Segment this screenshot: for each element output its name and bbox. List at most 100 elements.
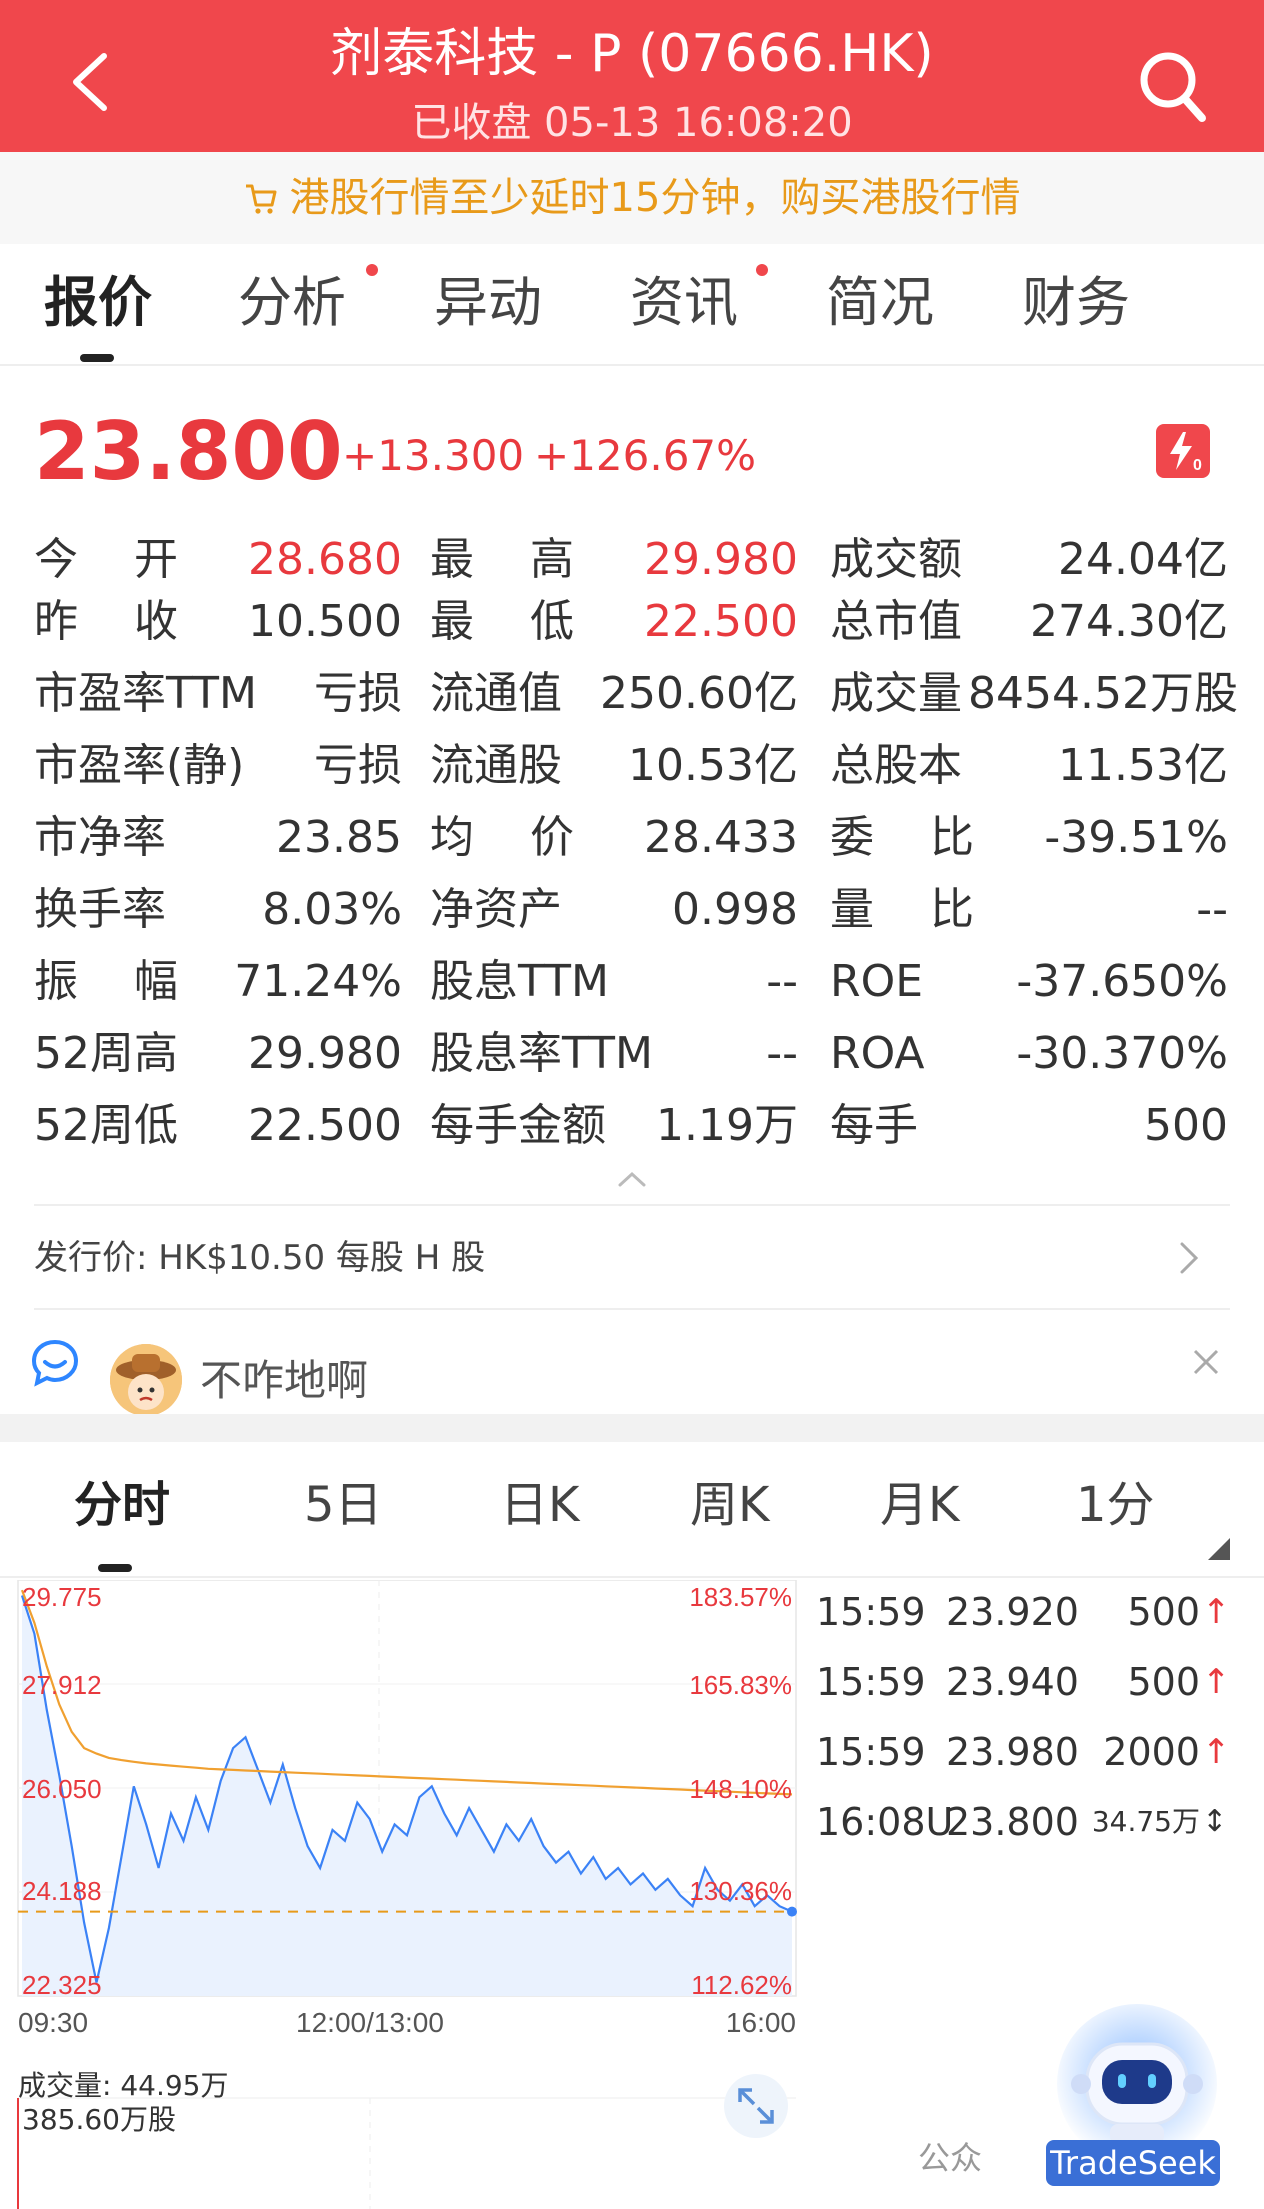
stat-label: ROE: [830, 956, 924, 1007]
chevron-right-icon[interactable]: [1178, 1240, 1200, 1276]
cart-icon: [245, 184, 277, 214]
stat-label: 每手: [830, 1100, 918, 1151]
stat-label: 成交额: [830, 534, 962, 585]
stat-value: 29.980: [644, 534, 798, 585]
stat-value: 1.19万: [656, 1100, 798, 1151]
trade-volume: 500: [1127, 1590, 1200, 1634]
arrow-up-icon: ↑: [1202, 1592, 1231, 1632]
expand-chart-button[interactable]: [724, 2074, 788, 2138]
chart-tab-monthly[interactable]: 月K: [880, 1470, 959, 1540]
market-status: 已收盘 05-13 16:08:20: [411, 100, 853, 146]
stat-value: -37.650%: [1016, 956, 1228, 1007]
active-tab-indicator: [80, 354, 114, 362]
y-axis-label-price: 26.050: [22, 1774, 102, 1804]
trade-volume: 500: [1127, 1660, 1200, 1704]
stat-label: 量 比: [830, 884, 974, 935]
section-gap: [0, 1414, 1264, 1442]
divider: [34, 1204, 1230, 1206]
chart-tab-weekly[interactable]: 周K: [690, 1470, 769, 1540]
last-price: 23.800: [34, 405, 343, 498]
stat-value: 8.03%: [262, 884, 402, 935]
divider: [0, 364, 1264, 366]
stat-value: 11.53亿: [1058, 740, 1228, 791]
stock-title: 剂泰科技 - P (07666.HK): [330, 24, 934, 84]
trade-time: 16:08U: [816, 1800, 954, 1844]
stat-value: --: [1196, 884, 1228, 935]
stat-value: 500: [1144, 1100, 1228, 1151]
y-axis-label-percent: 112.62%: [691, 1970, 792, 2000]
stat-value: 71.24%: [234, 956, 402, 1007]
y-axis-label-percent: 130.36%: [689, 1876, 792, 1906]
tab-analysis[interactable]: 分析: [238, 268, 346, 338]
x-axis-label: 12:00/13:00: [296, 2007, 444, 2038]
y-axis-label-percent: 183.57%: [689, 1582, 792, 1612]
stat-label: 成交量: [830, 668, 962, 719]
brand-logo: TradeSeek: [1046, 2140, 1220, 2186]
notification-dot: [366, 264, 378, 276]
price-change-percent: +126.67%: [534, 431, 757, 480]
trade-time: 15:59: [816, 1730, 926, 1774]
cowboy-avatar-icon: [110, 1344, 182, 1416]
search-icon[interactable]: [1136, 48, 1208, 124]
y-axis-label-percent: 148.10%: [689, 1774, 792, 1804]
tab-quote[interactable]: 报价: [44, 268, 152, 338]
comment-text[interactable]: 不咋地啊: [200, 1352, 368, 1410]
stat-value: 亏损: [314, 740, 402, 791]
stat-value: 22.500: [248, 1100, 402, 1151]
active-tab-indicator: [98, 1564, 132, 1572]
stat-value: -30.370%: [1016, 1028, 1228, 1079]
stat-value: 23.85: [276, 812, 402, 863]
stat-value: 29.980: [248, 1028, 402, 1079]
y-axis-label-percent: 165.83%: [689, 1670, 792, 1700]
avatar[interactable]: [110, 1344, 182, 1416]
chart-tab-1min[interactable]: 1分: [1076, 1470, 1155, 1540]
arrow-up-icon: ↑: [1202, 1732, 1231, 1772]
close-icon[interactable]: [1192, 1348, 1220, 1376]
y-axis-label-price: 29.775: [22, 1582, 102, 1612]
app-header: 剂泰科技 - P (07666.HK) 已收盘 05-13 16:08:20: [0, 0, 1264, 152]
trade-volume: 34.75万: [1091, 1805, 1200, 1838]
tab-finance[interactable]: 财务: [1022, 268, 1130, 338]
tab-news[interactable]: 资讯: [630, 268, 738, 338]
x-axis-label: 09:30: [18, 2007, 88, 2038]
stat-value: 22.500: [644, 596, 798, 647]
stat-label: ROA: [830, 1028, 925, 1079]
dropdown-corner-icon[interactable]: [1206, 1536, 1230, 1560]
expand-icon: [738, 2088, 774, 2124]
svg-text:0: 0: [1193, 457, 1202, 474]
delay-notice-bar[interactable]: 港股行情至少延时15分钟，购买港股行情: [0, 152, 1264, 244]
tab-profile[interactable]: 简况: [826, 268, 934, 338]
stat-value: 274.30亿: [1030, 596, 1228, 647]
flash-trade-icon[interactable]: 0: [1156, 424, 1210, 478]
stat-value: 28.680: [248, 534, 402, 585]
stat-value: 0.998: [672, 884, 798, 935]
lightning-icon: 0: [1170, 432, 1202, 474]
issue-price-row[interactable]: 发行价: HK$10.50 每股 H 股: [34, 1234, 485, 1282]
trade-volume: 2000: [1103, 1730, 1200, 1774]
tab-movement[interactable]: 异动: [434, 268, 542, 338]
chevron-up-icon[interactable]: [616, 1170, 648, 1188]
stat-value: -39.51%: [1044, 812, 1228, 863]
chart-tab-intraday[interactable]: 分时: [74, 1470, 170, 1540]
price-change: +13.300: [342, 431, 525, 480]
notification-dot: [756, 264, 768, 276]
notice-text: 港股行情至少延时15分钟，购买港股行情: [289, 175, 1021, 221]
stat-label: 总市值: [830, 596, 962, 647]
trade-time: 15:59: [816, 1590, 926, 1634]
chart-tab-5day[interactable]: 5日: [304, 1470, 383, 1540]
trade-time: 15:59: [816, 1660, 926, 1704]
chat-bubble-icon[interactable]: [30, 1338, 80, 1388]
y-axis-label-price: 22.325: [22, 1970, 102, 2000]
stat-value: 250.60亿: [600, 668, 798, 719]
stat-value: 10.500: [248, 596, 402, 647]
last-price-dot: [787, 1906, 797, 1917]
stat-label: 总股本: [830, 740, 962, 791]
stat-value: 10.53亿: [628, 740, 798, 791]
arrow-up-icon: ↑: [1202, 1662, 1231, 1702]
y-axis-label-price: 27.912: [22, 1670, 102, 1700]
stat-label: 委 比: [830, 812, 974, 863]
chart-tab-daily[interactable]: 日K: [500, 1470, 579, 1540]
volume-total: 385.60万股: [22, 2103, 176, 2136]
stat-value: 8454.52万股: [968, 668, 1238, 719]
stat-value: --: [766, 1028, 798, 1079]
